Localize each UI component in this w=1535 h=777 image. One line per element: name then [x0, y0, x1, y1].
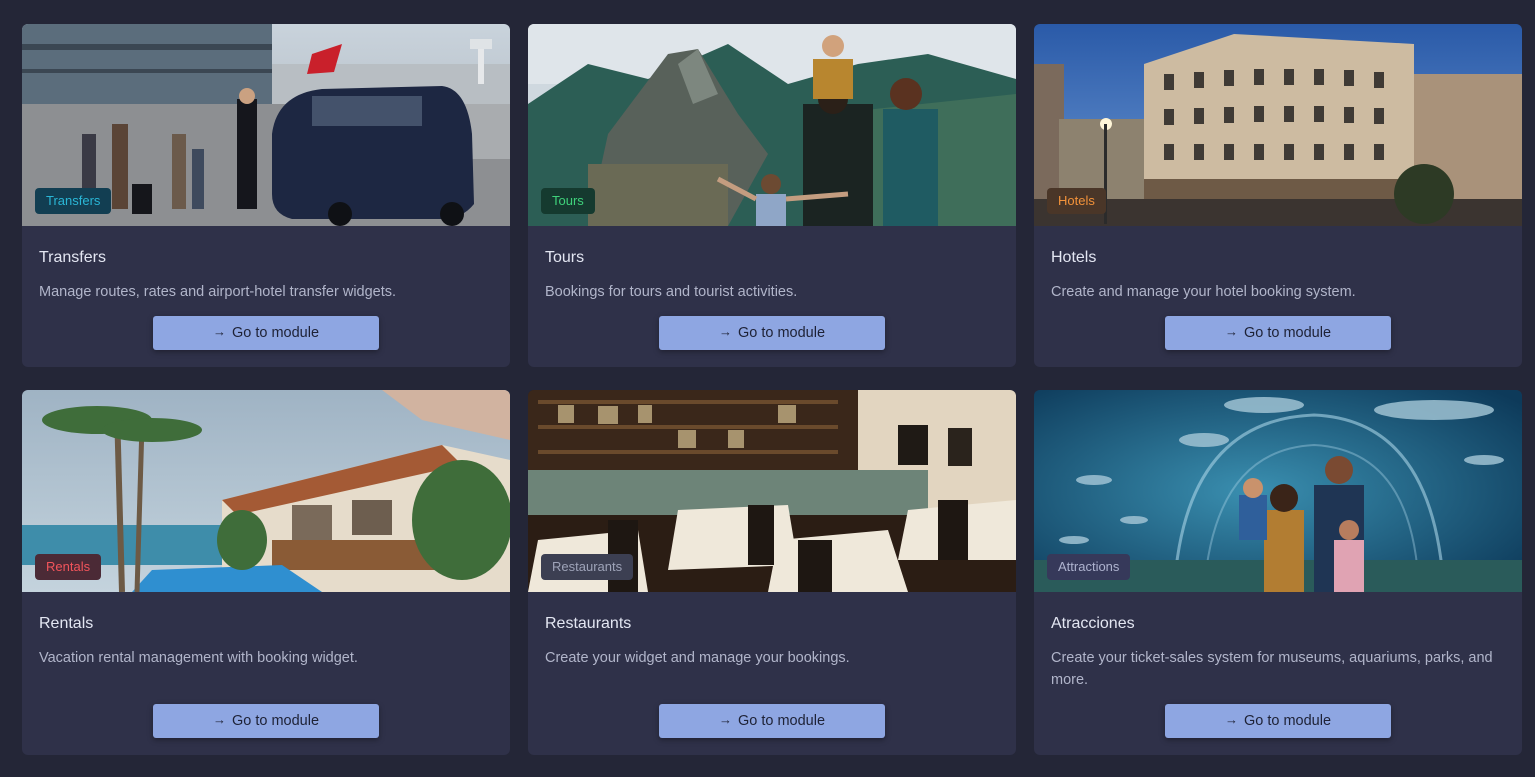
badge-restaurants: Restaurants	[541, 554, 634, 580]
card-body: Transfers Manage routes, rates and airpo…	[22, 226, 510, 367]
card-image: Tours	[528, 24, 1016, 226]
go-to-module-button-transfers[interactable]: → Go to module	[153, 316, 379, 350]
module-card-rentals: Rentals Rentals Vacation rental manageme…	[22, 390, 510, 755]
module-grid: Transfers Transfers Manage routes, rates…	[22, 24, 1522, 755]
go-to-module-button-rentals[interactable]: → Go to module	[153, 704, 379, 738]
go-to-module-button-tours[interactable]: → Go to module	[659, 316, 885, 350]
card-image: Restaurants	[528, 390, 1016, 592]
badge-hotels: Hotels	[1047, 188, 1106, 214]
arrow-right-icon: →	[1224, 323, 1238, 339]
button-label: Go to module	[231, 713, 320, 729]
card-title: Hotels	[1051, 249, 1097, 266]
card-body: Restaurants Create your widget and manag…	[528, 592, 1016, 755]
button-label: Go to module	[737, 325, 826, 341]
badge-transfers: Transfers	[35, 188, 112, 214]
card-description: Bookings for tours and tourist activitie…	[545, 284, 798, 300]
card-body: Atracciones Create your ticket-sales sys…	[1034, 592, 1522, 755]
card-description: Manage routes, rates and airport-hotel t…	[39, 284, 397, 300]
card-image: Transfers	[22, 24, 510, 226]
card-image: Hotels	[1034, 24, 1522, 226]
card-title: Tours	[545, 249, 585, 266]
button-label: Go to module	[1243, 325, 1332, 341]
arrow-right-icon: →	[718, 323, 732, 339]
badge-attractions: Attractions	[1047, 554, 1131, 580]
module-card-transfers: Transfers Transfers Manage routes, rates…	[22, 24, 510, 367]
arrow-right-icon: →	[212, 711, 226, 727]
card-title: Atracciones	[1051, 615, 1135, 632]
button-label: Go to module	[231, 325, 320, 341]
card-title: Transfers	[39, 249, 106, 266]
go-to-module-button-restaurants[interactable]: → Go to module	[659, 704, 885, 738]
card-body: Rentals Vacation rental management with …	[22, 592, 510, 755]
badge-rentals: Rentals	[35, 554, 102, 580]
card-title: Restaurants	[545, 615, 632, 632]
button-label: Go to module	[1243, 713, 1332, 729]
card-image: Attractions	[1034, 390, 1522, 592]
arrow-right-icon: →	[1224, 711, 1238, 727]
arrow-right-icon: →	[718, 711, 732, 727]
card-body: Tours Bookings for tours and tourist act…	[528, 226, 1016, 367]
badge-tours: Tours	[541, 188, 595, 214]
module-card-attractions: Attractions Atracciones Create your tick…	[1034, 390, 1522, 755]
card-title: Rentals	[39, 615, 94, 632]
card-description: Create and manage your hotel booking sys…	[1051, 284, 1356, 300]
button-label: Go to module	[737, 713, 826, 729]
module-card-tours: Tours Tours Bookings for tours and touri…	[528, 24, 1016, 367]
card-description: Create your ticket-sales system for muse…	[1051, 650, 1493, 688]
module-card-hotels: Hotels Hotels Create and manage your hot…	[1034, 24, 1522, 367]
card-description: Vacation rental management with booking …	[39, 650, 358, 666]
go-to-module-button-hotels[interactable]: → Go to module	[1165, 316, 1391, 350]
card-image: Rentals	[22, 390, 510, 592]
module-card-restaurants: Restaurants Restaurants Create your widg…	[528, 390, 1016, 755]
go-to-module-button-attractions[interactable]: → Go to module	[1165, 704, 1391, 738]
arrow-right-icon: →	[212, 323, 226, 339]
card-body: Hotels Create and manage your hotel book…	[1034, 226, 1522, 367]
card-description: Create your widget and manage your booki…	[545, 650, 850, 666]
